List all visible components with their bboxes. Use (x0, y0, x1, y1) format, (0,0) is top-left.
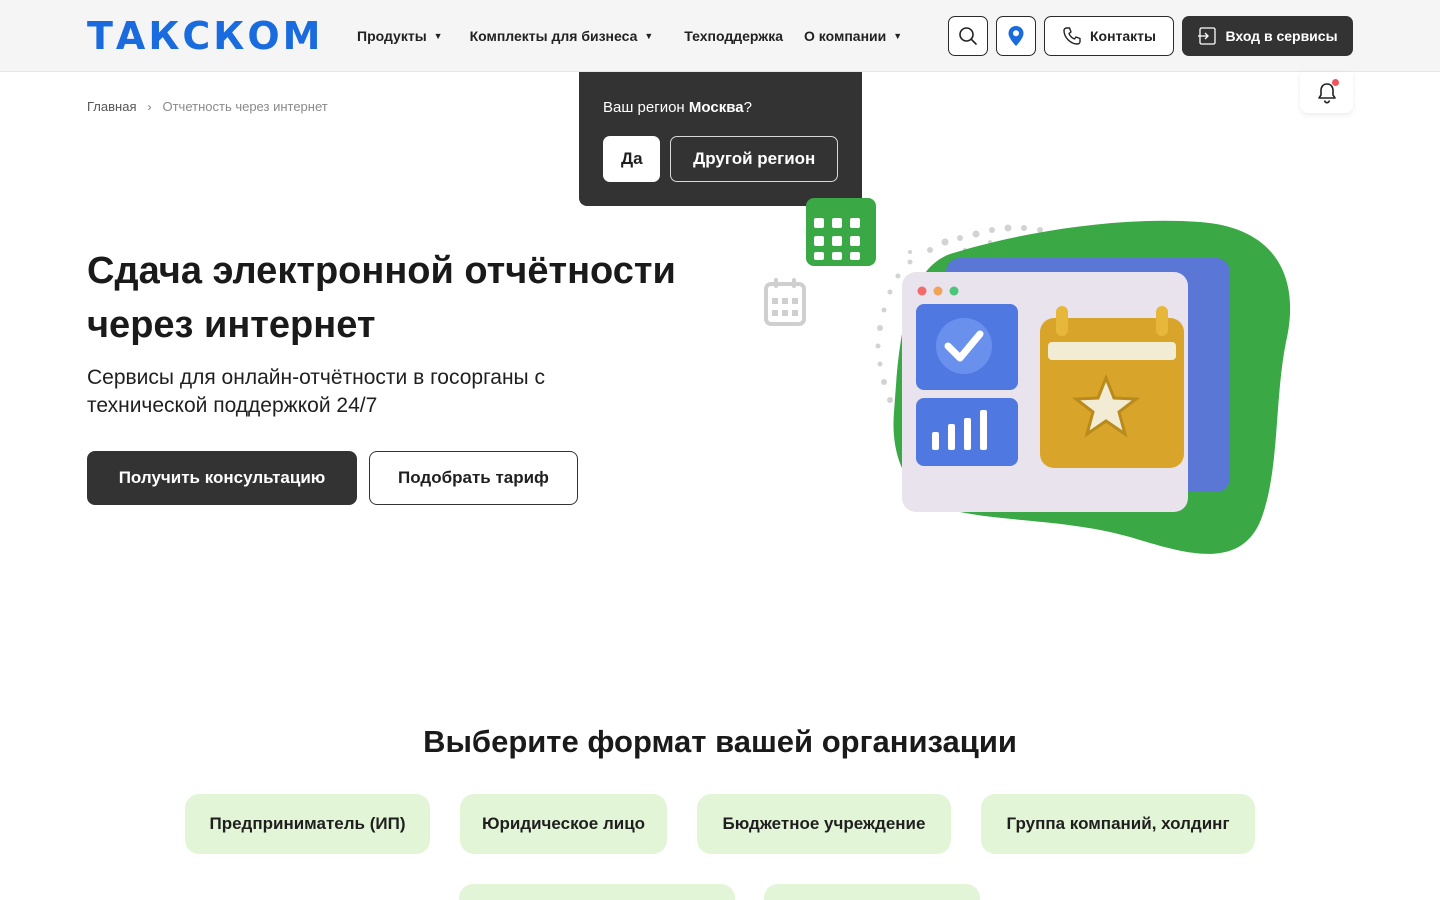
breadcrumb: Главная › Отчетность через интернет (87, 99, 328, 114)
search-button[interactable] (948, 16, 988, 56)
nav-item-support[interactable]: Техподдержка (684, 26, 783, 46)
notification-dot (1332, 79, 1339, 86)
notifications-button[interactable] (1300, 72, 1353, 113)
window-dot-orange (933, 286, 943, 296)
choose-tariff-button[interactable]: Подобрать тариф (369, 451, 578, 505)
region-question-suffix: ? (743, 99, 752, 116)
region-yes-button[interactable]: Да (603, 136, 661, 182)
region-question-prefix: Ваш регион (603, 99, 689, 116)
region-other-button[interactable]: Другой регион (670, 136, 838, 182)
hero-subtitle: Сервисы для онлайн-отчётности в госорган… (87, 366, 545, 417)
check-circle (936, 318, 992, 374)
breadcrumb-home-link[interactable]: Главная (87, 99, 136, 114)
grey-calendar-icon (764, 278, 806, 326)
org-format-chip[interactable] (764, 884, 980, 900)
nav-item-products[interactable]: Продукты ▼ (357, 26, 443, 46)
calendar-ring (1056, 306, 1068, 336)
org-format-chip[interactable] (459, 884, 735, 900)
login-services-button[interactable]: Вход в сервисы (1182, 16, 1353, 56)
nav-item-business-kits[interactable]: Комплекты для бизнеса ▼ (470, 26, 654, 46)
get-consultation-button[interactable]: Получить консультацию (87, 451, 357, 505)
chart-bar (932, 432, 939, 450)
caret-down-icon: ▼ (433, 31, 443, 41)
caret-down-icon: ▼ (644, 31, 654, 41)
contacts-label: Контакты (1089, 28, 1156, 44)
window-dot-green (949, 286, 959, 296)
site-header: ТАКСКОМ Продукты ▼ Комплекты для бизнеса… (0, 0, 1440, 72)
nav-item-label: О компании (804, 28, 887, 44)
chart-bar (964, 418, 971, 450)
calendar-ring (1156, 306, 1168, 336)
region-question: Ваш регион Москва? (603, 98, 838, 118)
hero-illustration (764, 198, 1291, 554)
chart-bar (948, 424, 955, 450)
contacts-button[interactable]: Контакты (1044, 16, 1174, 56)
login-label: Вход в сервисы (1225, 28, 1338, 44)
main-nav: Продукты ▼ Комплекты для бизнеса ▼ Техпо… (357, 26, 902, 46)
login-icon (1198, 27, 1217, 45)
phone-icon (1063, 27, 1081, 45)
window-dot-red (917, 286, 927, 296)
section-title: Выберите формат вашей организации (423, 724, 1017, 759)
chart-bar (980, 410, 987, 450)
location-button[interactable] (996, 16, 1036, 56)
logo[interactable]: ТАКСКОМ (87, 14, 323, 58)
nav-item-label: Комплекты для бизнеса (469, 28, 638, 44)
region-buttons: Да Другой регион (603, 136, 838, 182)
search-icon (959, 27, 977, 45)
nav-item-about[interactable]: О компании ▼ (804, 26, 902, 46)
nav-item-label: Продукты (357, 28, 427, 44)
breadcrumb-separator: › (147, 99, 152, 114)
location-pin-icon (1008, 26, 1024, 46)
green-calendar-icon (806, 198, 876, 266)
caret-down-icon: ▼ (893, 31, 903, 41)
hero-title: Сдача электронной отчётности через интер… (87, 250, 676, 346)
org-format-chip-group[interactable]: Группа компаний, холдинг (981, 794, 1255, 854)
org-format-chip-legal-entity[interactable]: Юридическое лицо (460, 794, 667, 854)
nav-item-label: Техподдержка (684, 28, 783, 44)
breadcrumb-current: Отчетность через интернет (162, 99, 328, 114)
org-format-chip-ip[interactable]: Предприниматель (ИП) (185, 794, 430, 854)
region-name: Москва (688, 99, 744, 116)
calendar-header (1048, 342, 1176, 360)
org-format-chip-budget[interactable]: Бюджетное учреждение (697, 794, 951, 854)
region-popup: Ваш регион Москва? Да Другой регион (579, 72, 862, 206)
